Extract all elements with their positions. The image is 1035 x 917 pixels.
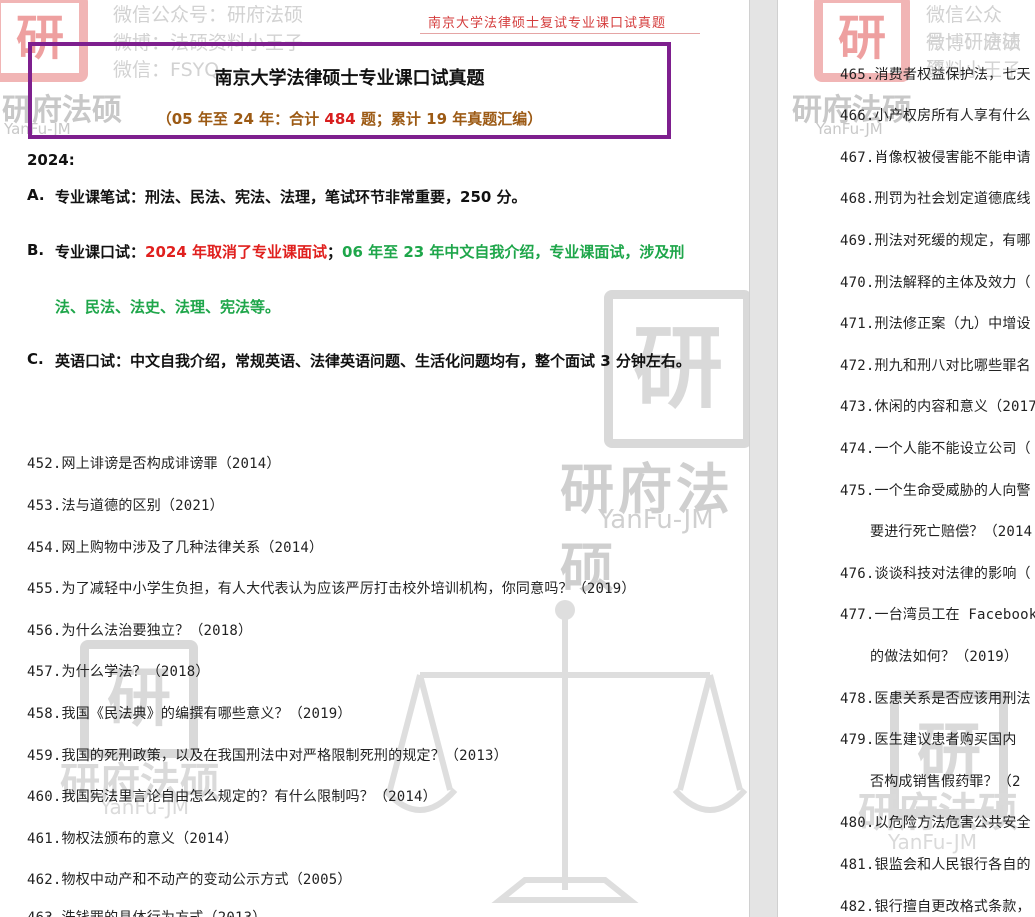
question-472: 472.刑九和刑八对比哪些罪名 xyxy=(840,358,1031,374)
watermark-brand-en-center: YanFu-JM xyxy=(598,505,714,535)
question-455: 455.为了减轻中小学生负担，有人大代表认为应该严厉打击校外培训机构，你同意吗？… xyxy=(27,581,636,597)
question-474: 474.一个人能不能设立公司（ xyxy=(840,441,1031,457)
item-a-label: A. xyxy=(27,186,45,204)
item-b-cancelled: 2024 年取消了专业课面试 xyxy=(145,243,327,261)
question-471: 471.刑法修正案（九）中增设 xyxy=(840,316,1031,332)
question-468: 468.刑罚为社会划定道德底线 xyxy=(840,191,1031,207)
question-477-cont: 的做法如何？（2019） xyxy=(870,649,1019,665)
question-476: 476.谈谈科技对法律的影响（ xyxy=(840,566,1031,582)
question-481: 481.银监会和人民银行各自的 xyxy=(840,857,1031,873)
question-459: 459.我国的死刑政策，以及在我国刑法中对严格限制死刑的规定？（2013） xyxy=(27,748,508,764)
question-466: 466.小产权房所有人享有什么 xyxy=(840,108,1031,124)
question-475: 475.一个生命受威胁的人向警 xyxy=(840,483,1031,499)
question-465: 465.消费者权益保护法，七天 xyxy=(840,67,1031,83)
question-479: 479.医生建议患者购买国内 xyxy=(840,732,1017,748)
document-page-right: 研 微信公众号：研府法硕 微博：法硕资料小王子 研府法硕 YanFu-JM 研 … xyxy=(778,0,1035,917)
question-453: 453.法与道德的区别（2021） xyxy=(27,498,224,514)
item-b-label: B. xyxy=(27,241,45,259)
document-subtitle: （05 年至 24 年：合计 484 题；累计 19 年真题汇编） xyxy=(156,110,543,128)
question-463: 463.洗钱罪的具体行为方式（2013） xyxy=(27,907,266,917)
item-b-green-1: 06 年至 23 年中文自我介绍，专业课面试，涉及刑 xyxy=(342,243,685,261)
question-478: 478.医患关系是否应该用刑法 xyxy=(840,691,1031,707)
question-477: 477.一台湾员工在 Facebook xyxy=(840,607,1035,623)
header-rule xyxy=(420,33,700,34)
item-c-label: C. xyxy=(27,350,44,368)
document-page-left: 研 微信公众号：研府法硕 微博：法硕资料小王子 微信：FSYQ 研府法硕 Yan… xyxy=(0,0,749,917)
question-470: 470.刑法解释的主体及效力（ xyxy=(840,275,1031,291)
question-452: 452.网上诽谤是否构成诽谤罪（2014） xyxy=(27,456,281,472)
question-475-cont: 要进行死亡赔偿？（2014 xyxy=(870,524,1033,540)
question-467: 467.肖像权被侵害能不能申请 xyxy=(840,150,1031,166)
page-gutter xyxy=(749,0,778,917)
question-458: 458.我国《民法典》的编撰有哪些意义？（2019） xyxy=(27,706,352,722)
year-heading: 2024: xyxy=(27,151,75,169)
title-box: 南京大学法律硕士专业课口试真题 （05 年至 24 年：合计 484 题；累计 … xyxy=(28,42,671,139)
question-454: 454.网上购物中涉及了几种法律关系（2014） xyxy=(27,540,324,556)
item-b-green-2: 法、民法、法史、法理、宪法等。 xyxy=(55,298,281,316)
watermark-seal-lower: 研 xyxy=(80,640,198,758)
question-460: 460.我国宪法里言论自由怎么规定的？有什么限制吗？（2014） xyxy=(27,789,437,805)
item-b-text: 专业课口试：2024 年取消了专业课面试；06 年至 23 年中文自我介绍，专业… xyxy=(55,243,685,261)
document-title: 南京大学法律硕士专业课口试真题 xyxy=(214,68,485,89)
question-462: 462.物权中动产和不动产的变动公示方式（2005） xyxy=(27,872,352,888)
question-457: 457.为什么学法？（2018） xyxy=(27,664,210,680)
question-total: 484 xyxy=(324,110,356,128)
question-456: 456.为什么法治要独立？（2018） xyxy=(27,623,253,639)
question-480: 480.以危险方法危害公共安全 xyxy=(840,815,1031,831)
question-461: 461.物权法颁布的意义（2014） xyxy=(27,831,239,847)
item-a-text: 专业课笔试：刑法、民法、宪法、法理，笔试环节非常重要，250 分。 xyxy=(55,188,527,206)
running-header: 南京大学法律硕士复试专业课口试真题 xyxy=(428,16,667,31)
question-469: 469.刑法对死缓的规定，有哪 xyxy=(840,233,1031,249)
watermark-brand-en-lower-right: YanFu-JM xyxy=(888,830,977,854)
item-c-text: 英语口试：中文自我介绍，常规英语、法律英语问题、生活化问题均有，整个面试 3 分… xyxy=(55,352,691,370)
watermark-wechat-account: 微信公众号：研府法硕 xyxy=(113,4,304,26)
question-479-cont: 否构成销售假药罪？（2 xyxy=(870,774,1021,790)
question-473: 473.休闲的内容和意义（2017 xyxy=(840,399,1035,415)
question-482: 482.银行擅自更改格式条款， xyxy=(840,899,1031,915)
